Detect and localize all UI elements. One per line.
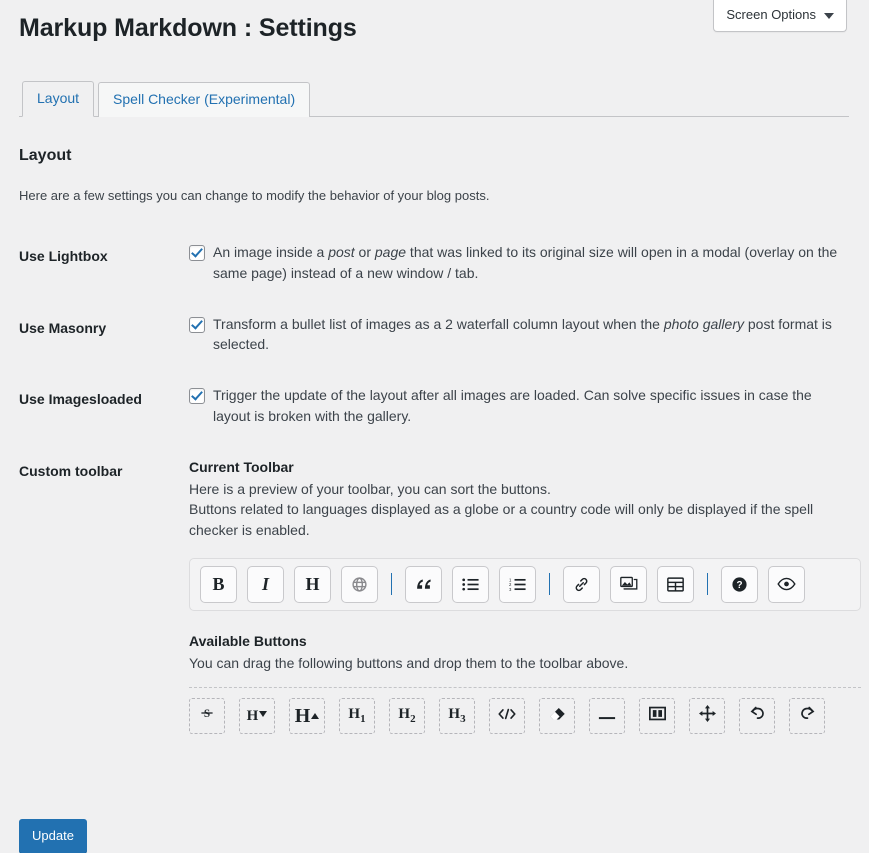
link-icon [573, 576, 590, 593]
update-button[interactable]: Update [19, 819, 87, 853]
strikethrough-icon: S [199, 705, 215, 727]
heading-decrease-icon: H [247, 708, 268, 724]
setting-field-use-masonry: Transform a bullet list of images as a 2… [179, 299, 849, 370]
heading-1-icon: H1 [348, 706, 366, 726]
language-globe-button[interactable] [341, 565, 378, 603]
use-imagesloaded-checkbox-row[interactable]: Trigger the update of the layout after a… [189, 385, 839, 426]
unordered-list-icon [462, 577, 479, 592]
settings-tabs: Layout Spell Checker (Experimental) [19, 71, 849, 118]
undo-button[interactable] [739, 698, 775, 735]
heading-2-button[interactable]: H2 [389, 698, 425, 735]
current-toolbar-container: B I H 1 2 3 ? [189, 557, 861, 611]
help-icon: ? [731, 576, 748, 593]
heading-3-button[interactable]: H3 [439, 698, 475, 735]
heading-decrease-button[interactable]: H [239, 698, 275, 735]
redo-button[interactable] [789, 698, 825, 735]
heading-2-icon: H2 [398, 706, 416, 726]
help-button[interactable]: ? [721, 565, 758, 603]
bold-icon: B [212, 574, 225, 595]
heading-increase-icon: H [295, 706, 320, 726]
heading-increase-button[interactable]: H [289, 698, 325, 735]
unordered-list-button[interactable] [452, 565, 489, 603]
code-icon [498, 706, 516, 727]
available-buttons-heading: Available Buttons [189, 632, 307, 649]
settings-page-wrap: Markup Markdown : Settings Layout Spell … [0, 0, 869, 853]
toolbar-separator-1 [391, 573, 392, 596]
ordered-list-button[interactable]: 1 2 3 [499, 565, 536, 603]
horizontal-rule-icon [598, 706, 616, 727]
heading-3-icon: H3 [448, 706, 466, 726]
blockquote-icon [415, 577, 432, 592]
setting-field-use-imagesloaded: Trigger the update of the layout after a… [179, 370, 849, 441]
submit-area: Update [19, 819, 849, 853]
table-row: Custom toolbar Current Toolbar Here is a… [19, 442, 861, 750]
italic-button[interactable]: I [247, 565, 284, 603]
table-row: Use Lightbox An image inside a post or p… [19, 227, 849, 298]
setting-label-use-lightbox: Use Lightbox [19, 248, 108, 265]
setting-label-use-imagesloaded: Use Imagesloaded [19, 391, 142, 408]
layout-columns-button[interactable] [639, 698, 675, 735]
strikethrough-button[interactable]: S [189, 698, 225, 735]
setting-label-custom-toolbar: Custom toolbar [19, 462, 123, 479]
use-lightbox-checkbox[interactable] [189, 245, 205, 262]
heading-icon: H [305, 574, 320, 595]
setting-label-use-masonry: Use Masonry [19, 319, 107, 336]
globe-icon [351, 576, 368, 593]
redo-icon [799, 705, 816, 727]
current-toolbar-heading: Current Toolbar [189, 458, 294, 475]
blockquote-button[interactable] [405, 565, 442, 603]
use-imagesloaded-checkbox[interactable] [189, 388, 205, 405]
available-buttons-desc: You can drag the following buttons and d… [189, 655, 629, 672]
eraser-icon [549, 706, 566, 727]
use-lightbox-checkbox-row[interactable]: An image inside a post or page that was … [189, 242, 839, 283]
tab-layout[interactable]: Layout [22, 80, 95, 118]
svg-text:3: 3 [509, 587, 512, 592]
toolbar-separator-2 [549, 573, 550, 596]
setting-field-custom-toolbar: Current Toolbar Here is a preview of you… [179, 442, 861, 750]
move-icon [698, 704, 716, 728]
gallery-image-icon [619, 576, 638, 592]
preview-button[interactable] [768, 565, 805, 603]
use-imagesloaded-description: Trigger the update of the layout after a… [213, 387, 812, 424]
layout-columns-icon [648, 706, 666, 727]
current-toolbar-desc-2: Buttons related to languages displayed a… [189, 501, 814, 538]
use-masonry-checkbox[interactable] [189, 316, 205, 333]
italic-icon: I [261, 574, 269, 595]
available-buttons-container: S H H H1 H2 H3 [189, 687, 861, 735]
svg-text:?: ? [736, 580, 742, 591]
section-heading: Layout [19, 147, 72, 165]
link-button[interactable] [563, 565, 600, 603]
move-button[interactable] [689, 698, 725, 735]
horizontal-rule-button[interactable] [589, 698, 625, 735]
chevron-down-icon [824, 13, 834, 20]
heading-1-button[interactable]: H1 [339, 698, 375, 735]
code-button[interactable] [489, 698, 525, 735]
table-row: Use Masonry Transform a bullet list of i… [19, 299, 849, 370]
toolbar-separator-3 [707, 573, 708, 596]
table-row: Use Imagesloaded Trigger the update of t… [19, 370, 849, 441]
settings-form-table: Use Lightbox An image inside a post or p… [19, 227, 861, 750]
table-icon [667, 577, 684, 592]
bold-button[interactable]: B [200, 565, 237, 603]
use-masonry-description: Transform a bullet list of images as a 2… [213, 315, 832, 353]
undo-icon [749, 705, 766, 727]
use-masonry-checkbox-row[interactable]: Transform a bullet list of images as a 2… [189, 314, 839, 355]
section-description: Here are a few settings you can change t… [19, 187, 490, 203]
use-lightbox-description: An image inside a post or page that was … [213, 244, 838, 282]
heading-button[interactable]: H [294, 565, 331, 603]
screen-options-label: Screen Options [726, 7, 816, 22]
eraser-button[interactable] [539, 698, 575, 735]
gallery-image-button[interactable] [610, 565, 647, 603]
screen-options-button[interactable]: Screen Options [713, 0, 847, 33]
table-button[interactable] [657, 565, 694, 603]
setting-field-use-lightbox: An image inside a post or page that was … [179, 227, 849, 298]
svg-text:S: S [204, 708, 210, 720]
ordered-list-icon: 1 2 3 [509, 577, 526, 592]
tab-spell-checker[interactable]: Spell Checker (Experimental) [98, 81, 311, 118]
preview-eye-icon [777, 577, 796, 591]
current-toolbar-desc-1: Here is a preview of your toolbar, you c… [189, 480, 551, 497]
